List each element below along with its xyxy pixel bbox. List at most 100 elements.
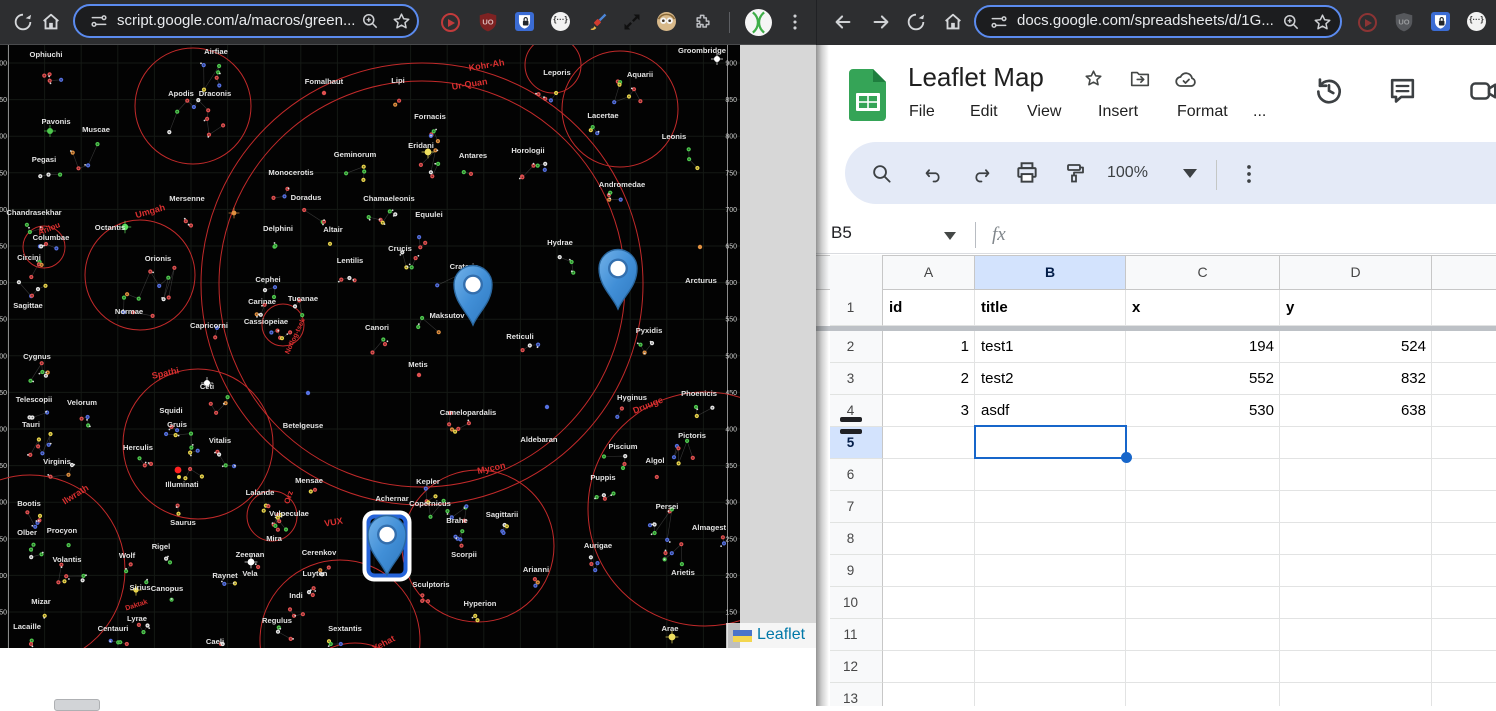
- svg-text:Arcturus: Arcturus: [685, 276, 717, 285]
- svg-text:750: 750: [0, 170, 7, 177]
- svg-text:Zeeman: Zeeman: [236, 550, 265, 559]
- svg-text:Columbae: Columbae: [33, 233, 70, 242]
- svg-text:Crucis: Crucis: [388, 244, 412, 253]
- svg-text:Pegasi: Pegasi: [32, 155, 56, 164]
- svg-text:550: 550: [0, 317, 7, 324]
- svg-text:150: 150: [725, 610, 737, 617]
- svg-text:Velorum: Velorum: [67, 398, 97, 407]
- svg-text:650: 650: [0, 244, 7, 251]
- svg-text:800: 800: [0, 134, 7, 141]
- svg-text:Fornacis: Fornacis: [414, 112, 446, 121]
- svg-text:Maksutov: Maksutov: [429, 311, 465, 320]
- svg-text:Sagittarii: Sagittarii: [486, 510, 519, 519]
- svg-text:Circini: Circini: [17, 253, 41, 262]
- svg-text:Horologii: Horologii: [511, 146, 544, 155]
- svg-text:Luyten: Luyten: [303, 569, 328, 578]
- svg-text:600: 600: [725, 280, 737, 287]
- svg-text:Caeli: Caeli: [206, 637, 224, 646]
- svg-text:Muscae: Muscae: [82, 125, 110, 134]
- svg-text:Procyon: Procyon: [47, 526, 78, 535]
- svg-text:UO: UO: [1398, 17, 1409, 26]
- svg-text:200: 200: [0, 573, 7, 580]
- svg-text:300: 300: [725, 500, 737, 507]
- svg-text:650: 650: [725, 244, 737, 251]
- svg-text:850: 850: [725, 97, 737, 104]
- svg-text:Aldebaran: Aldebaran: [520, 435, 557, 444]
- svg-text:350: 350: [725, 463, 737, 470]
- svg-text:Bootis: Bootis: [17, 499, 41, 508]
- svg-text:Airfiae: Airfiae: [204, 47, 228, 56]
- svg-text:Aurigae: Aurigae: [584, 541, 612, 550]
- svg-text:Capricorni: Capricorni: [190, 321, 228, 330]
- svg-text:Gruis: Gruis: [167, 420, 187, 429]
- svg-text:Aquarii: Aquarii: [627, 70, 653, 79]
- svg-text:Normae: Normae: [115, 307, 143, 316]
- svg-text:Pictoris: Pictoris: [678, 431, 706, 440]
- svg-text:Vela: Vela: [242, 569, 258, 578]
- svg-text:900: 900: [0, 61, 7, 68]
- svg-text:Regulus: Regulus: [262, 616, 292, 625]
- svg-text:Hydrae: Hydrae: [547, 238, 573, 247]
- svg-text:250: 250: [0, 536, 7, 543]
- svg-text:Doradus: Doradus: [291, 193, 322, 202]
- svg-text:Pavonis: Pavonis: [41, 117, 70, 126]
- svg-text:Indi: Indi: [289, 591, 303, 600]
- svg-text:Draconis: Draconis: [199, 89, 232, 98]
- svg-text:Lipi: Lipi: [391, 76, 405, 85]
- svg-text:Sculptoris: Sculptoris: [412, 580, 449, 589]
- svg-text:Cerenkov: Cerenkov: [302, 548, 337, 557]
- svg-text:Virginis: Virginis: [43, 457, 71, 466]
- svg-text:Geminorum: Geminorum: [334, 150, 377, 159]
- svg-text:850: 850: [0, 97, 7, 104]
- svg-text:Brahe: Brahe: [446, 516, 468, 525]
- svg-text:Apodis: Apodis: [168, 89, 194, 98]
- svg-text:Raynet: Raynet: [212, 571, 238, 580]
- svg-text:Chandrasekhar: Chandrasekhar: [6, 208, 61, 217]
- svg-text:Mira: Mira: [266, 534, 282, 543]
- svg-text:Sirius: Sirius: [129, 583, 150, 592]
- svg-text:Eridani: Eridani: [408, 141, 434, 150]
- svg-text:250: 250: [725, 536, 737, 543]
- svg-text:Volantis: Volantis: [53, 555, 82, 564]
- svg-text:550: 550: [725, 317, 737, 324]
- svg-text:200: 200: [725, 573, 737, 580]
- svg-text:Herculis: Herculis: [123, 443, 153, 452]
- svg-text:Persei: Persei: [656, 502, 679, 511]
- svg-text:Groombridge: Groombridge: [678, 46, 726, 55]
- svg-text:Saurus: Saurus: [170, 518, 196, 527]
- svg-text:Leporis: Leporis: [543, 68, 570, 77]
- svg-text:800: 800: [725, 134, 737, 141]
- svg-text:Puppis: Puppis: [590, 473, 615, 482]
- svg-text:Scorpii: Scorpii: [451, 550, 477, 559]
- svg-text:Canori: Canori: [365, 323, 389, 332]
- svg-text:Mizar: Mizar: [31, 597, 50, 606]
- svg-text:Lentilis: Lentilis: [337, 256, 364, 265]
- svg-text:Centauri: Centauri: [98, 624, 129, 633]
- svg-text:700: 700: [725, 207, 737, 214]
- svg-text:Tauri: Tauri: [22, 420, 40, 429]
- svg-text:Phoenicis: Phoenicis: [681, 389, 717, 398]
- svg-text:Metis: Metis: [408, 360, 427, 369]
- svg-text:Mersenne: Mersenne: [169, 194, 204, 203]
- svg-text:Illuminati: Illuminati: [165, 480, 198, 489]
- svg-text:Wolf: Wolf: [119, 551, 136, 560]
- svg-text:Olber: Olber: [17, 528, 37, 537]
- svg-text:Vitalis: Vitalis: [209, 436, 231, 445]
- svg-text:750: 750: [725, 170, 737, 177]
- svg-text:Cephei: Cephei: [255, 275, 280, 284]
- svg-text:Cygnus: Cygnus: [23, 352, 51, 361]
- svg-text:Equulei: Equulei: [415, 210, 442, 219]
- svg-text:400: 400: [725, 427, 737, 434]
- svg-text:Sagittae: Sagittae: [13, 301, 43, 310]
- svg-text:Betelgeuse: Betelgeuse: [283, 421, 324, 430]
- svg-text:Tucanae: Tucanae: [288, 294, 318, 303]
- svg-text:Kepler: Kepler: [416, 477, 440, 486]
- svg-text:Vulpeculae: Vulpeculae: [269, 509, 309, 518]
- svg-text:Achernar: Achernar: [375, 494, 408, 503]
- svg-text:Monocerotis: Monocerotis: [268, 168, 313, 177]
- svg-text:Hyginus: Hyginus: [617, 393, 647, 402]
- svg-text:Lalande: Lalande: [246, 488, 275, 497]
- svg-text:400: 400: [0, 427, 7, 434]
- svg-text:450: 450: [0, 390, 7, 397]
- svg-text:150: 150: [0, 610, 7, 617]
